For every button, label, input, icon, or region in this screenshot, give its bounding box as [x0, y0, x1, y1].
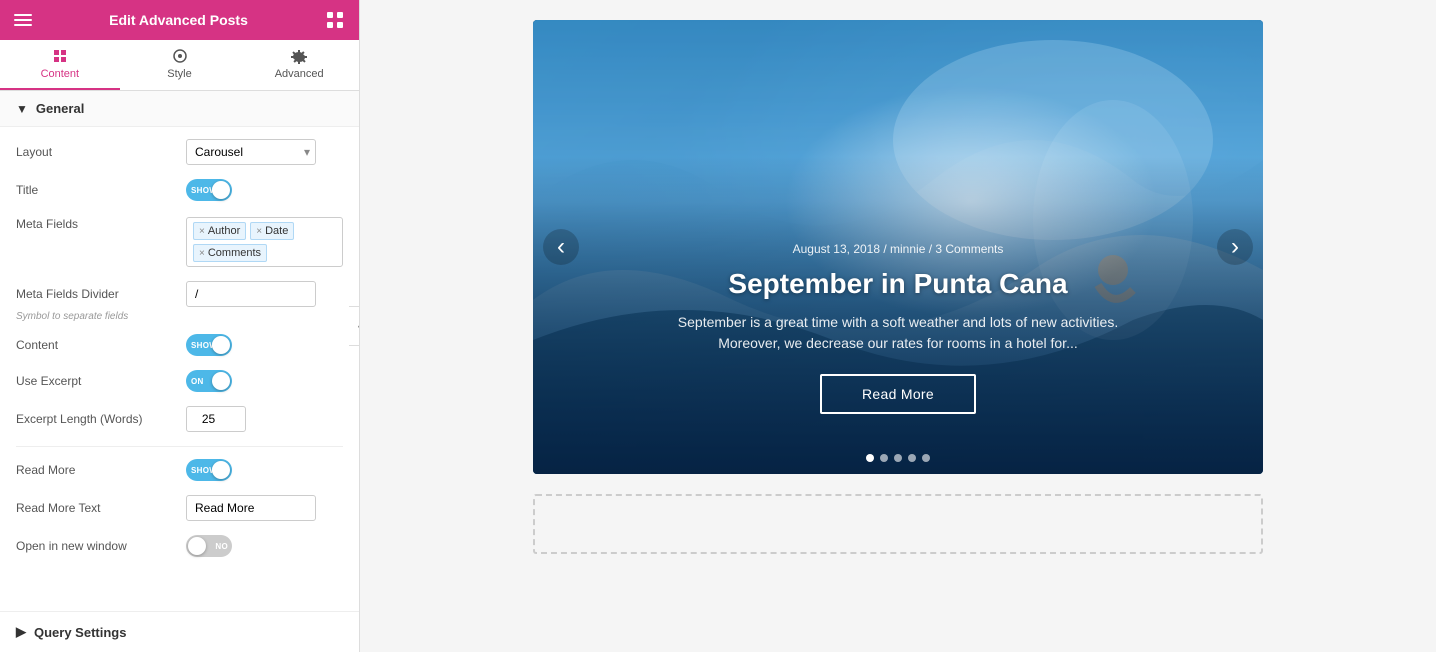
open-new-window-toggle-label: NO — [215, 542, 228, 551]
left-panel: Edit Advanced Posts Content Style — [0, 0, 360, 652]
toggle-knob — [188, 537, 206, 555]
excerpt-length-control — [186, 406, 343, 432]
tag-date: × Date — [250, 222, 294, 240]
toggle-knob — [212, 461, 230, 479]
content-row: Content SHOW — [16, 334, 343, 356]
query-settings-header[interactable]: ▶ Query Settings — [0, 612, 359, 652]
tab-style[interactable]: Style — [120, 40, 240, 90]
content-label: Content — [16, 338, 186, 352]
meta-divider-label: Meta Fields Divider — [16, 287, 186, 301]
layout-label: Layout — [16, 145, 186, 159]
chevron-right-icon: ▶ — [16, 624, 26, 640]
title-row: Title SHOW — [16, 179, 343, 201]
meta-divider-control — [186, 281, 343, 307]
read-more-text-control — [186, 495, 343, 521]
open-new-window-toggle[interactable]: NO — [186, 535, 232, 557]
read-more-label: Read More — [16, 463, 186, 477]
content-control: SHOW — [186, 334, 343, 356]
chevron-down-icon: ▼ — [16, 102, 28, 116]
tab-content[interactable]: Content — [0, 40, 120, 90]
panel-header: Edit Advanced Posts — [0, 0, 359, 40]
read-more-control: SHOW — [186, 459, 343, 481]
carousel-image: August 13, 2018 / minnie / 3 Comments Se… — [533, 20, 1263, 474]
read-more-text-input[interactable] — [186, 495, 316, 521]
bottom-placeholder — [533, 494, 1263, 554]
meta-divider-row: Meta Fields Divider — [16, 281, 343, 307]
open-new-window-row: Open in new window NO — [16, 535, 343, 557]
excerpt-length-input[interactable] — [186, 406, 246, 432]
use-excerpt-toggle-label: ON — [191, 377, 204, 386]
toggle-knob — [212, 372, 230, 390]
read-more-toggle[interactable]: SHOW — [186, 459, 232, 481]
divider — [16, 446, 343, 447]
excerpt-length-row: Excerpt Length (Words) — [16, 406, 343, 432]
toggle-knob — [212, 336, 230, 354]
panel-header-title: Edit Advanced Posts — [109, 12, 248, 28]
meta-divider-hint: Symbol to separate fields — [16, 311, 343, 322]
read-more-text-row: Read More Text — [16, 495, 343, 521]
layout-select[interactable]: Carousel Grid List — [186, 139, 316, 165]
content-toggle[interactable]: SHOW — [186, 334, 232, 356]
read-more-row: Read More SHOW — [16, 459, 343, 481]
grid-icon[interactable] — [325, 10, 345, 30]
carousel-next-button[interactable]: › — [1217, 229, 1253, 265]
carousel-meta: August 13, 2018 / minnie / 3 Comments — [648, 242, 1148, 256]
carousel-dots — [866, 454, 930, 462]
title-toggle[interactable]: SHOW — [186, 179, 232, 201]
query-section: ▶ Query Settings — [0, 611, 359, 652]
tag-remove-date[interactable]: × — [256, 226, 262, 237]
right-panel: August 13, 2018 / minnie / 3 Comments Se… — [360, 0, 1436, 652]
layout-row: Layout Carousel Grid List ▾ — [16, 139, 343, 165]
tag-comments: × Comments — [193, 244, 267, 262]
carousel-title: September in Punta Cana — [648, 268, 1148, 300]
form-section: Layout Carousel Grid List ▾ Title SHOW — [0, 127, 359, 583]
carousel-dot-1[interactable] — [866, 454, 874, 462]
meta-tags-input[interactable]: × Author × Date × Comments — [186, 217, 343, 267]
tab-advanced[interactable]: Advanced — [239, 40, 359, 90]
open-new-window-control: NO — [186, 535, 343, 557]
carousel-excerpt: September is a great time with a soft we… — [648, 312, 1148, 354]
excerpt-length-label: Excerpt Length (Words) — [16, 412, 186, 426]
carousel-prev-button[interactable]: ‹ — [543, 229, 579, 265]
hamburger-icon[interactable] — [14, 14, 32, 26]
meta-fields-row: Meta Fields × Author × Date × Comments — [16, 215, 343, 267]
meta-fields-control: × Author × Date × Comments — [186, 217, 343, 267]
tag-remove-comments[interactable]: × — [199, 248, 205, 259]
panel-tabs: Content Style Advanced — [0, 40, 359, 91]
carousel-content: August 13, 2018 / minnie / 3 Comments Se… — [608, 242, 1188, 414]
use-excerpt-control: ON — [186, 370, 343, 392]
carousel-widget: August 13, 2018 / minnie / 3 Comments Se… — [533, 20, 1263, 474]
meta-divider-input[interactable] — [186, 281, 316, 307]
toggle-knob — [212, 181, 230, 199]
use-excerpt-label: Use Excerpt — [16, 374, 186, 388]
use-excerpt-row: Use Excerpt ON — [16, 370, 343, 392]
section-general[interactable]: ▼ General — [0, 91, 359, 127]
layout-control: Carousel Grid List ▾ — [186, 139, 343, 165]
carousel-dot-2[interactable] — [880, 454, 888, 462]
carousel-dot-3[interactable] — [894, 454, 902, 462]
carousel-read-more-button[interactable]: Read More — [820, 374, 976, 414]
layout-select-wrapper: Carousel Grid List ▾ — [186, 139, 316, 165]
read-more-text-label: Read More Text — [16, 501, 186, 515]
carousel-dot-5[interactable] — [922, 454, 930, 462]
open-new-window-label: Open in new window — [16, 539, 186, 553]
title-label: Title — [16, 183, 186, 197]
tag-remove-author[interactable]: × — [199, 226, 205, 237]
carousel-dot-4[interactable] — [908, 454, 916, 462]
tag-author: × Author — [193, 222, 246, 240]
use-excerpt-toggle[interactable]: ON — [186, 370, 232, 392]
collapse-button[interactable]: ‹ — [349, 306, 360, 346]
title-control: SHOW — [186, 179, 343, 201]
meta-fields-label: Meta Fields — [16, 217, 186, 231]
